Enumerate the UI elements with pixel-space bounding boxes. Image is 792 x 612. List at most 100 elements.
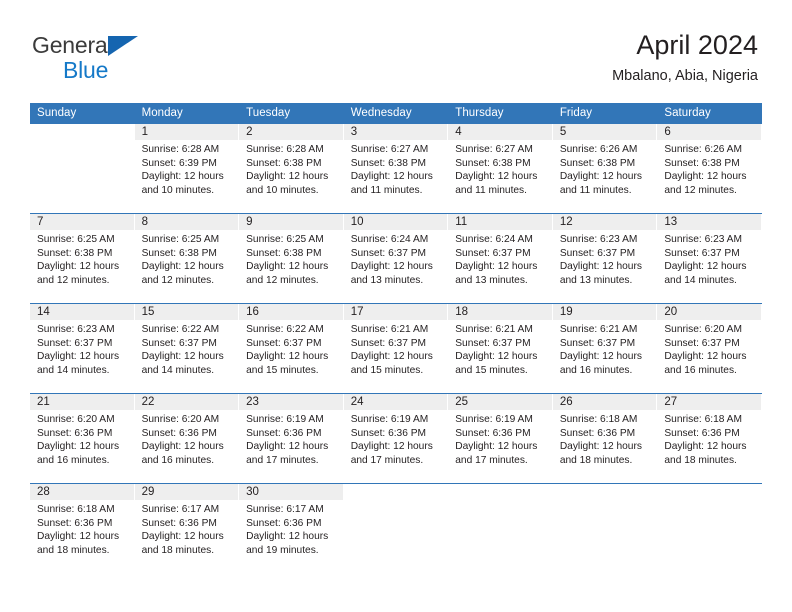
day-details: Sunrise: 6:20 AM Sunset: 6:36 PM Daylight:… <box>30 410 135 467</box>
sunset-text: Sunset: 6:36 PM <box>455 427 531 439</box>
daylight-text-line1: Daylight: 12 hours <box>246 261 329 273</box>
calendar-day-cell[interactable]: 12 Sunrise: 6:23 AM Sunset: 6:37 PM Dayligh… <box>552 213 658 304</box>
day-number: 10 <box>343 214 448 230</box>
day-details: Sunrise: 6:19 AM Sunset: 6:36 PM Daylight:… <box>344 410 449 467</box>
day-number: 17 <box>343 304 448 320</box>
calendar-day-cell[interactable]: 29 Sunrise: 6:17 AM Sunset: 6:36 PM Dayligh… <box>134 483 240 573</box>
day-details: Sunrise: 6:23 AM Sunset: 6:37 PM Daylight:… <box>30 320 135 377</box>
sunset-text: Sunset: 6:37 PM <box>37 337 113 349</box>
day-number: 29 <box>134 484 239 500</box>
daylight-text-line1: Daylight: 12 hours <box>246 351 329 363</box>
logo-top-row: General <box>32 34 138 58</box>
day-cell-inner: 8 Sunrise: 6:25 AM Sunset: 6:38 PM Daylight… <box>134 214 240 303</box>
day-number: 5 <box>552 124 657 140</box>
daylight-text-line1: Daylight: 12 hours <box>141 261 224 273</box>
day-details: Sunrise: 6:27 AM Sunset: 6:38 PM Daylight:… <box>344 140 449 197</box>
calendar-day-cell[interactable]: 10 Sunrise: 6:24 AM Sunset: 6:37 PM Dayligh… <box>343 213 449 304</box>
day-number: 16 <box>239 304 343 320</box>
day-details: Sunrise: 6:18 AM Sunset: 6:36 PM Daylight:… <box>30 500 135 557</box>
sunset-text: Sunset: 6:38 PM <box>664 157 740 169</box>
day-cell-inner: 12 Sunrise: 6:23 AM Sunset: 6:37 PM Dayligh… <box>552 214 658 303</box>
page-subtitle-location: Mbalano, Abia, Nigeria <box>612 68 758 85</box>
calendar-day-cell[interactable]: 16 Sunrise: 6:22 AM Sunset: 6:37 PM Dayligh… <box>239 303 344 394</box>
daylight-text-line1: Daylight: 12 hours <box>559 351 642 363</box>
day-number: 6 <box>657 124 761 140</box>
calendar-day-cell[interactable]: 14 Sunrise: 6:23 AM Sunset: 6:37 PM Dayligh… <box>30 303 135 394</box>
day-number: 4 <box>448 124 552 140</box>
sunset-text: Sunset: 6:37 PM <box>246 337 322 349</box>
calendar-day-cell[interactable]: 9 Sunrise: 6:25 AM Sunset: 6:38 PM Daylight… <box>239 213 344 304</box>
calendar-day-cell[interactable]: 1 Sunrise: 6:28 AM Sunset: 6:39 PM Daylight… <box>134 124 240 214</box>
day-cell-inner: 19 Sunrise: 6:21 AM Sunset: 6:37 PM Dayligh… <box>552 304 658 393</box>
calendar-cell-empty <box>30 124 135 214</box>
calendar-day-cell[interactable]: 5 Sunrise: 6:26 AM Sunset: 6:38 PM Daylight… <box>552 124 658 214</box>
calendar-day-cell[interactable]: 27 Sunrise: 6:18 AM Sunset: 6:36 PM Dayligh… <box>657 393 762 484</box>
day-details: Sunrise: 6:28 AM Sunset: 6:39 PM Daylight:… <box>135 140 240 197</box>
calendar-day-cell[interactable]: 20 Sunrise: 6:20 AM Sunset: 6:37 PM Dayligh… <box>657 303 762 394</box>
sunset-text: Sunset: 6:38 PM <box>246 157 322 169</box>
weekday-header-monday: Monday <box>134 103 240 124</box>
calendar-day-cell[interactable]: 25 Sunrise: 6:19 AM Sunset: 6:36 PM Dayligh… <box>448 393 553 484</box>
day-number: 1 <box>134 124 239 140</box>
daylight-text-line1: Daylight: 12 hours <box>350 351 433 363</box>
daylight-text-line2: and 14 minutes. <box>141 364 215 376</box>
calendar-day-cell[interactable]: 26 Sunrise: 6:18 AM Sunset: 6:36 PM Dayligh… <box>552 393 658 484</box>
calendar-body: 1 Sunrise: 6:28 AM Sunset: 6:39 PM Daylight… <box>30 124 762 573</box>
calendar-day-cell[interactable]: 22 Sunrise: 6:20 AM Sunset: 6:36 PM Dayligh… <box>134 393 240 484</box>
sunset-text: Sunset: 6:37 PM <box>350 247 427 259</box>
daylight-text-line2: and 11 minutes. <box>455 184 527 196</box>
sunset-text: Sunset: 6:39 PM <box>141 157 217 169</box>
day-cell-inner: 14 Sunrise: 6:23 AM Sunset: 6:37 PM Dayligh… <box>30 304 135 393</box>
sunrise-text: Sunrise: 6:25 AM <box>37 234 115 245</box>
calendar-day-cell[interactable]: 13 Sunrise: 6:23 AM Sunset: 6:37 PM Dayligh… <box>657 213 762 304</box>
day-cell-inner: 2 Sunrise: 6:28 AM Sunset: 6:38 PM Daylight… <box>239 124 344 213</box>
calendar-day-cell[interactable]: 4 Sunrise: 6:27 AM Sunset: 6:38 PM Daylight… <box>448 124 553 214</box>
calendar-day-cell[interactable]: 2 Sunrise: 6:28 AM Sunset: 6:38 PM Daylight… <box>239 124 344 214</box>
calendar-day-cell[interactable]: 15 Sunrise: 6:22 AM Sunset: 6:37 PM Dayligh… <box>134 303 240 394</box>
sunset-text: Sunset: 6:36 PM <box>664 427 740 439</box>
general-blue-logo[interactable]: General Blue <box>32 34 138 82</box>
daylight-text-line2: and 10 minutes. <box>141 184 215 196</box>
day-cell-inner: 25 Sunrise: 6:19 AM Sunset: 6:36 PM Dayligh… <box>448 394 553 483</box>
calendar-day-cell[interactable]: 6 Sunrise: 6:26 AM Sunset: 6:38 PM Daylight… <box>657 124 762 214</box>
day-details: Sunrise: 6:26 AM Sunset: 6:38 PM Daylight:… <box>553 140 658 197</box>
calendar-day-cell[interactable]: 24 Sunrise: 6:19 AM Sunset: 6:36 PM Dayligh… <box>343 393 449 484</box>
day-cell-inner <box>30 124 135 213</box>
sunset-text: Sunset: 6:36 PM <box>141 427 217 439</box>
day-details: Sunrise: 6:20 AM Sunset: 6:36 PM Daylight:… <box>135 410 240 467</box>
daylight-text-line2: and 19 minutes. <box>246 544 319 556</box>
sunrise-text: Sunrise: 6:21 AM <box>350 324 429 335</box>
day-cell-inner: 4 Sunrise: 6:27 AM Sunset: 6:38 PM Daylight… <box>448 124 553 213</box>
daylight-text-line1: Daylight: 12 hours <box>455 171 538 183</box>
daylight-text-line1: Daylight: 12 hours <box>559 171 642 183</box>
calendar-day-cell[interactable]: 7 Sunrise: 6:25 AM Sunset: 6:38 PM Daylight… <box>30 213 135 304</box>
calendar-day-cell[interactable]: 17 Sunrise: 6:21 AM Sunset: 6:37 PM Dayligh… <box>343 303 449 394</box>
sunrise-text: Sunrise: 6:25 AM <box>246 234 324 245</box>
sunset-text: Sunset: 6:36 PM <box>246 517 322 529</box>
calendar-day-cell[interactable]: 19 Sunrise: 6:21 AM Sunset: 6:37 PM Dayligh… <box>552 303 658 394</box>
calendar-day-cell[interactable]: 18 Sunrise: 6:21 AM Sunset: 6:37 PM Dayligh… <box>448 303 553 394</box>
calendar-day-cell[interactable]: 3 Sunrise: 6:27 AM Sunset: 6:38 PM Daylight… <box>343 124 449 214</box>
calendar-day-cell[interactable]: 30 Sunrise: 6:17 AM Sunset: 6:36 PM Dayligh… <box>239 483 344 573</box>
daylight-text-line2: and 17 minutes. <box>350 454 424 466</box>
calendar-day-cell[interactable]: 28 Sunrise: 6:18 AM Sunset: 6:36 PM Dayligh… <box>30 483 135 573</box>
sunset-text: Sunset: 6:36 PM <box>37 517 113 529</box>
day-cell-inner: 22 Sunrise: 6:20 AM Sunset: 6:36 PM Dayligh… <box>134 394 240 483</box>
calendar-day-cell[interactable]: 23 Sunrise: 6:19 AM Sunset: 6:36 PM Dayligh… <box>239 393 344 484</box>
calendar-day-cell[interactable]: 11 Sunrise: 6:24 AM Sunset: 6:37 PM Dayligh… <box>448 213 553 304</box>
daylight-text-line1: Daylight: 12 hours <box>664 171 747 183</box>
calendar-page: General Blue April 2024 Mbalano, Abia, N… <box>0 0 792 612</box>
daylight-text-line2: and 11 minutes. <box>559 184 632 196</box>
sunset-text: Sunset: 6:37 PM <box>664 337 740 349</box>
day-details: Sunrise: 6:22 AM Sunset: 6:37 PM Daylight:… <box>239 320 344 377</box>
daylight-text-line1: Daylight: 12 hours <box>37 261 120 273</box>
day-details: Sunrise: 6:19 AM Sunset: 6:36 PM Daylight:… <box>239 410 344 467</box>
day-details: Sunrise: 6:24 AM Sunset: 6:37 PM Daylight:… <box>344 230 449 287</box>
calendar-day-cell[interactable]: 8 Sunrise: 6:25 AM Sunset: 6:38 PM Daylight… <box>134 213 240 304</box>
sunset-text: Sunset: 6:38 PM <box>246 247 322 259</box>
daylight-text-line2: and 13 minutes. <box>350 274 424 286</box>
sunrise-text: Sunrise: 6:25 AM <box>141 234 220 245</box>
calendar-day-cell[interactable]: 21 Sunrise: 6:20 AM Sunset: 6:36 PM Dayligh… <box>30 393 135 484</box>
day-details: Sunrise: 6:17 AM Sunset: 6:36 PM Daylight:… <box>239 500 344 557</box>
daylight-text-line2: and 15 minutes. <box>455 364 528 376</box>
